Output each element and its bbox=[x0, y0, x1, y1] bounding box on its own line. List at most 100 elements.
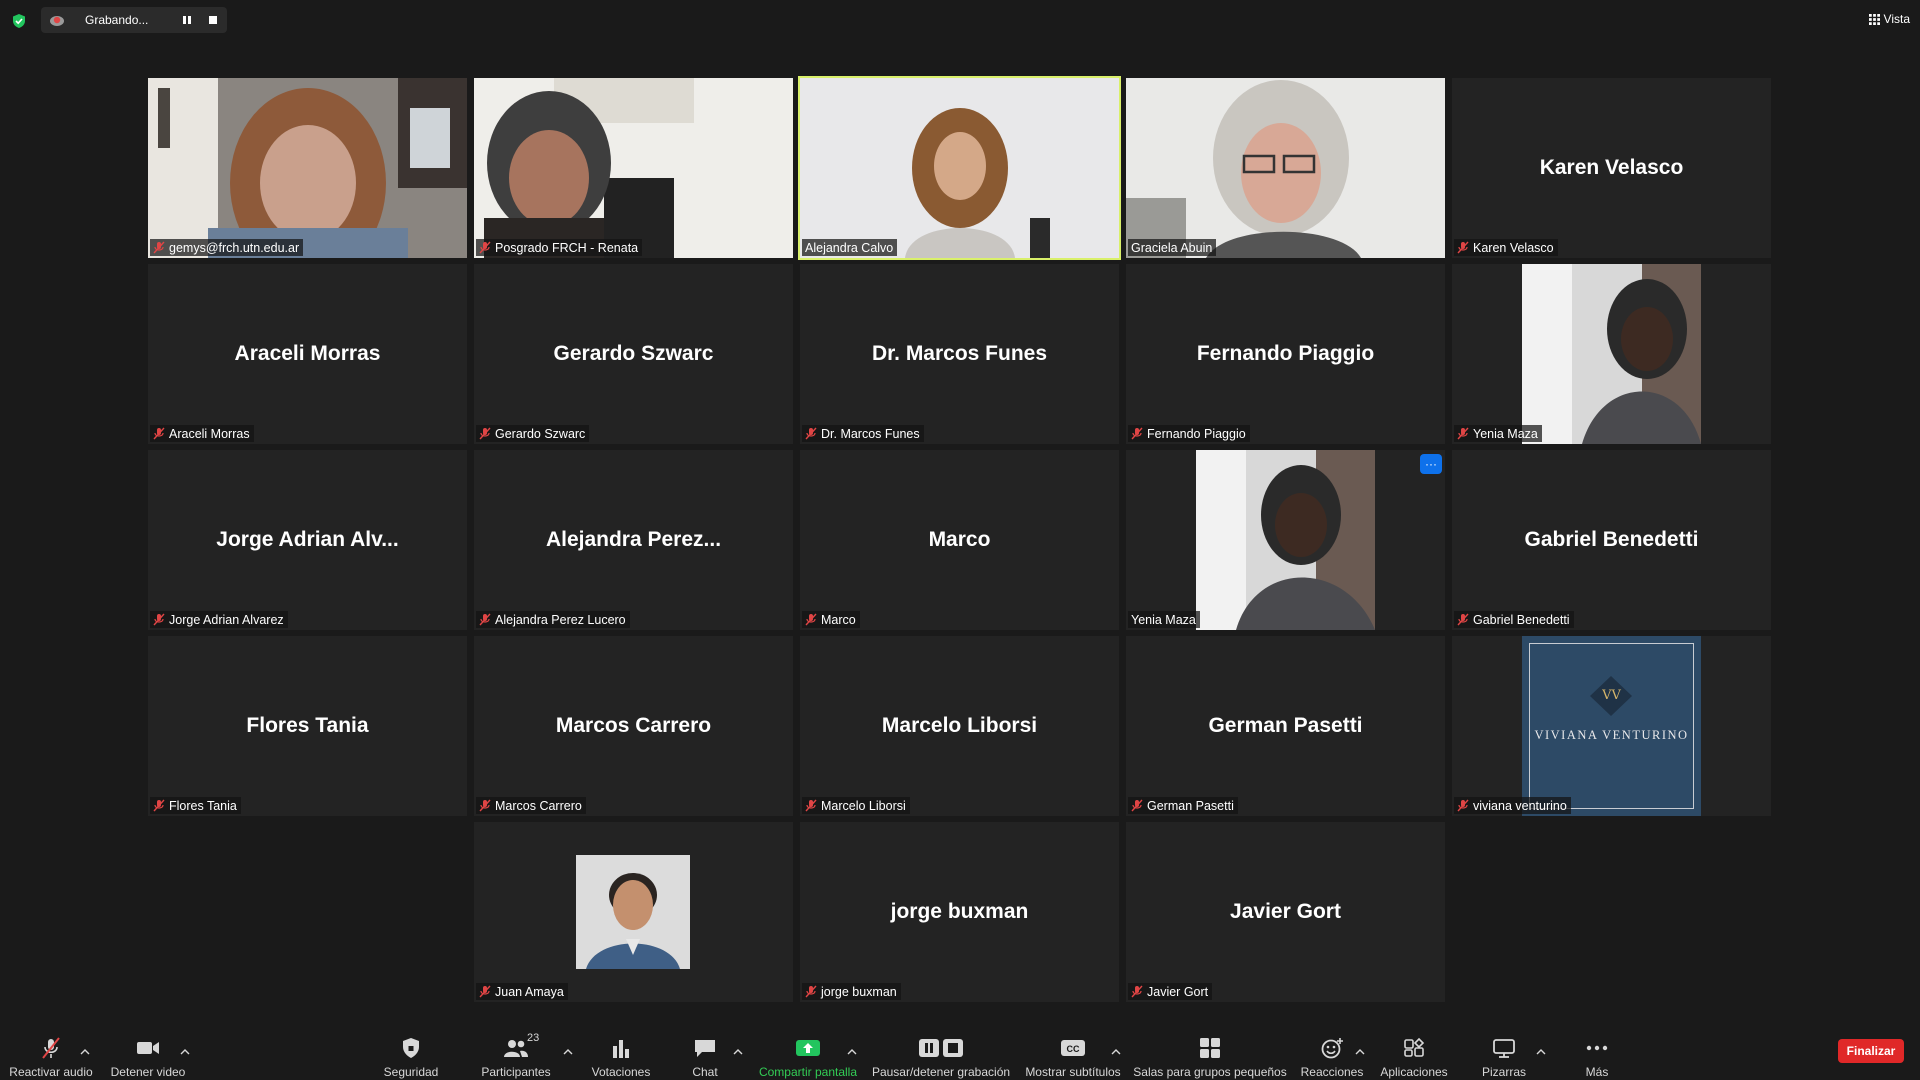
participant-name: Yenia Maza bbox=[1473, 426, 1538, 441]
participant-tile[interactable]: Yenia Maza bbox=[1452, 264, 1771, 444]
participant-tile[interactable]: Jorge Adrian Alv... Jorge Adrian Alvarez bbox=[148, 450, 467, 630]
participant-tile[interactable]: Javier Gort Javier Gort bbox=[1126, 822, 1445, 1002]
muted-microphone-icon bbox=[1457, 241, 1469, 254]
participant-name: Marcelo Liborsi bbox=[821, 798, 906, 813]
profile-logo-image: VV VIVIANA VENTURINO bbox=[1522, 636, 1701, 816]
participants-button[interactable]: 23 Participantes bbox=[478, 1020, 554, 1080]
pause-recording-icon[interactable] bbox=[179, 12, 195, 28]
participant-tile[interactable]: Karen Velasco Karen Velasco bbox=[1452, 78, 1771, 258]
participant-name: Juan Amaya bbox=[495, 984, 564, 999]
share-screen-label: Compartir pantalla bbox=[758, 1065, 858, 1079]
participant-name: Karen Velasco bbox=[1473, 240, 1554, 255]
stop-video-button[interactable]: Detener video bbox=[106, 1020, 190, 1080]
participant-name: Marco bbox=[821, 612, 856, 627]
audio-options-caret[interactable] bbox=[80, 1043, 92, 1055]
participant-tile[interactable]: Graciela Abuin bbox=[1126, 78, 1445, 258]
participant-tile[interactable]: Posgrado FRCH - Renata bbox=[474, 78, 793, 258]
security-button[interactable]: Seguridad bbox=[380, 1020, 442, 1080]
whiteboards-button[interactable]: Pizarras bbox=[1476, 1020, 1532, 1080]
show-captions-button[interactable]: CC Mostrar subtítulos bbox=[1022, 1020, 1124, 1080]
participant-tile[interactable]: gemys@frch.utn.edu.ar bbox=[148, 78, 467, 258]
stop-recording-icon[interactable] bbox=[205, 12, 221, 28]
recording-icon bbox=[50, 16, 64, 26]
participant-tile[interactable]: Juan Amaya bbox=[474, 822, 793, 1002]
share-options-caret[interactable] bbox=[847, 1043, 859, 1055]
participant-tile[interactable]: Marcos Carrero Marcos Carrero bbox=[474, 636, 793, 816]
chevron-up-icon bbox=[1355, 1049, 1365, 1055]
muted-microphone-icon bbox=[805, 613, 817, 626]
participants-count: 23 bbox=[527, 1032, 540, 1044]
breakout-rooms-button[interactable]: Salas para grupos pequeños bbox=[1133, 1020, 1287, 1080]
chat-button[interactable]: Chat bbox=[680, 1020, 730, 1080]
participant-name: Gerardo Szwarc bbox=[495, 426, 586, 441]
muted-microphone-icon bbox=[153, 799, 165, 812]
muted-microphone-icon bbox=[1457, 613, 1469, 626]
participant-video bbox=[1196, 450, 1375, 630]
participant-name: Dr. Marcos Funes bbox=[821, 426, 920, 441]
muted-microphone-icon bbox=[1457, 799, 1469, 812]
share-screen-button[interactable]: Compartir pantalla bbox=[756, 1020, 860, 1080]
more-options-button[interactable]: ··· bbox=[1420, 454, 1442, 474]
participant-display-name: jorge buxman bbox=[890, 900, 1029, 923]
reactions-options-caret[interactable] bbox=[1355, 1043, 1367, 1055]
pause-stop-recording-icon bbox=[919, 1039, 963, 1057]
participant-name-label: Araceli Morras bbox=[150, 425, 254, 442]
whiteboards-options-caret[interactable] bbox=[1536, 1043, 1548, 1055]
polls-button[interactable]: Votaciones bbox=[588, 1020, 654, 1080]
participant-name-label: Juan Amaya bbox=[476, 983, 568, 1000]
participant-name-label: Alejandra Calvo bbox=[802, 239, 898, 256]
participant-name-label: Graciela Abuin bbox=[1128, 239, 1217, 256]
pause-stop-recording-button[interactable]: Pausar/detener grabación bbox=[870, 1020, 1012, 1080]
participant-tile[interactable]: German Pasetti German Pasetti bbox=[1126, 636, 1445, 816]
reactions-label: Reacciones bbox=[1300, 1065, 1364, 1079]
participant-avatar-photo bbox=[576, 855, 690, 969]
participant-name-label: gemys@frch.utn.edu.ar bbox=[150, 239, 304, 256]
participant-tile[interactable]: Marcelo Liborsi Marcelo Liborsi bbox=[800, 636, 1119, 816]
chat-options-caret[interactable] bbox=[733, 1043, 745, 1055]
participant-display-name: Flores Tania bbox=[246, 714, 369, 737]
chat-bubble-icon bbox=[695, 1040, 715, 1057]
participant-display-name: Fernando Piaggio bbox=[1196, 342, 1375, 365]
participant-tile[interactable]: Dr. Marcos Funes Dr. Marcos Funes bbox=[800, 264, 1119, 444]
end-meeting-button[interactable]: Finalizar bbox=[1838, 1039, 1904, 1063]
participant-name-label: jorge buxman bbox=[802, 983, 901, 1000]
more-button[interactable]: Más bbox=[1574, 1020, 1620, 1080]
apps-button[interactable]: Aplicaciones bbox=[1378, 1020, 1450, 1080]
top-bar: Grabando... Vista bbox=[0, 0, 1920, 40]
participant-name: Araceli Morras bbox=[169, 426, 250, 441]
muted-microphone-icon bbox=[153, 427, 165, 440]
participant-tile[interactable]: ··· Yenia Maza bbox=[1126, 450, 1445, 630]
participant-tile[interactable]: Gabriel Benedetti Gabriel Benedetti bbox=[1452, 450, 1771, 630]
participant-tile[interactable]: Gerardo Szwarc Gerardo Szwarc bbox=[474, 264, 793, 444]
security-shield-icon bbox=[13, 14, 25, 28]
muted-microphone-icon bbox=[1131, 427, 1143, 440]
video-options-caret[interactable] bbox=[180, 1043, 192, 1055]
participant-tile[interactable]: VV VIVIANA VENTURINO viviana venturino bbox=[1452, 636, 1771, 816]
participant-tile[interactable]: Alejandra Perez... Alejandra Perez Lucer… bbox=[474, 450, 793, 630]
participant-tile[interactable]: Araceli Morras Araceli Morras bbox=[148, 264, 467, 444]
active-speaker-tile[interactable]: Alejandra Calvo bbox=[798, 76, 1121, 260]
apps-label: Aplicaciones bbox=[1380, 1065, 1448, 1079]
participants-options-caret[interactable] bbox=[563, 1043, 575, 1055]
participant-display-name: Jorge Adrian Alv... bbox=[216, 528, 399, 551]
chevron-up-icon bbox=[1111, 1049, 1121, 1055]
recording-indicator: Grabando... bbox=[41, 7, 227, 33]
participant-display-name: Gerardo Szwarc bbox=[553, 342, 714, 365]
muted-microphone-icon bbox=[153, 241, 165, 254]
participant-name-label: Yenia Maza bbox=[1454, 425, 1542, 442]
view-button[interactable]: Vista bbox=[1868, 12, 1910, 26]
participant-display-name: Araceli Morras bbox=[234, 342, 381, 365]
participant-display-name: Dr. Marcos Funes bbox=[871, 342, 1048, 365]
participants-icon bbox=[504, 1040, 528, 1057]
grid-view-icon bbox=[1868, 13, 1880, 25]
participant-tile[interactable]: Fernando Piaggio Fernando Piaggio bbox=[1126, 264, 1445, 444]
svg-text:CC: CC bbox=[1067, 1044, 1080, 1054]
participant-name: gemys@frch.utn.edu.ar bbox=[169, 240, 300, 255]
chat-label: Chat bbox=[692, 1065, 718, 1079]
participant-name: viviana venturino bbox=[1473, 798, 1567, 813]
muted-microphone-icon bbox=[479, 985, 491, 998]
participant-tile[interactable]: Flores Tania Flores Tania bbox=[148, 636, 467, 816]
participant-tile[interactable]: Marco Marco bbox=[800, 450, 1119, 630]
captions-options-caret[interactable] bbox=[1111, 1043, 1123, 1055]
participant-tile[interactable]: jorge buxman jorge buxman bbox=[800, 822, 1119, 1002]
